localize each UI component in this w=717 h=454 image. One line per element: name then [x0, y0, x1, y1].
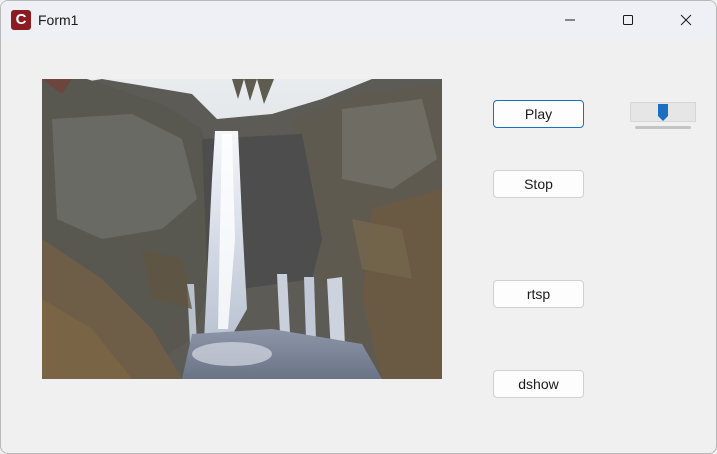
close-icon — [680, 14, 692, 26]
app-window: C Form1 Play Stop rtsp dshow — [0, 0, 717, 454]
maximize-button[interactable] — [605, 1, 651, 39]
title-bar[interactable]: C Form1 — [1, 1, 716, 39]
dshow-button[interactable]: dshow — [493, 370, 584, 398]
app-icon[interactable]: C — [11, 10, 31, 30]
waterfall-image — [42, 79, 442, 379]
volume-slider[interactable] — [630, 102, 696, 132]
stop-button[interactable]: Stop — [493, 170, 584, 198]
slider-thumb[interactable] — [658, 104, 668, 122]
rtsp-button[interactable]: rtsp — [493, 280, 584, 308]
video-panel — [42, 79, 442, 379]
slider-track[interactable] — [635, 126, 691, 129]
minimize-icon — [565, 19, 575, 21]
app-icon-letter: C — [15, 11, 27, 28]
play-button[interactable]: Play — [493, 100, 584, 128]
maximize-icon — [623, 15, 633, 25]
window-title: Form1 — [38, 12, 79, 28]
close-button[interactable] — [663, 1, 709, 39]
minimize-button[interactable] — [547, 1, 593, 39]
